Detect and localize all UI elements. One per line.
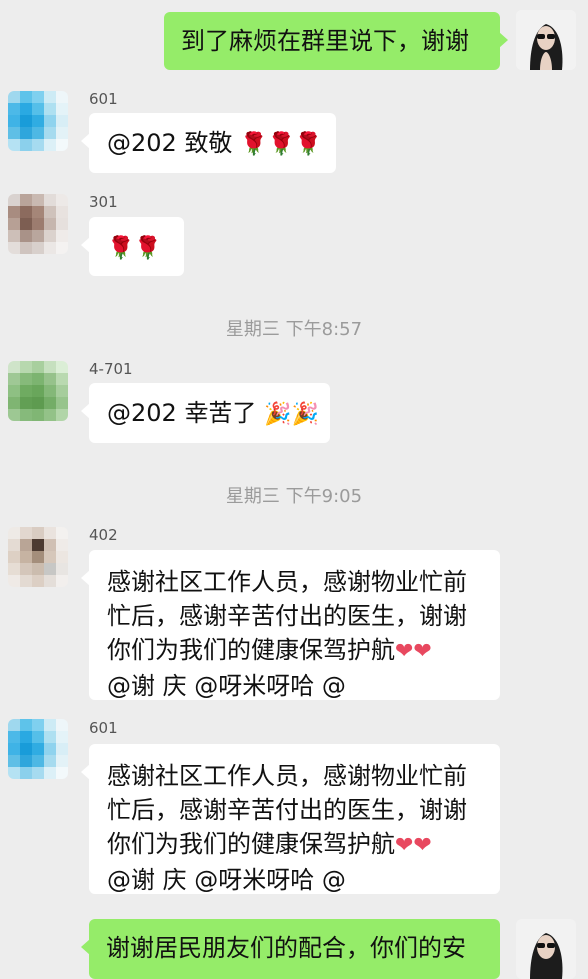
sender-name: 301 <box>89 193 118 211</box>
my-avatar[interactable] <box>516 919 576 979</box>
timestamp: 星期三 下午9:05 <box>225 486 363 507</box>
user-portrait-icon <box>516 919 576 979</box>
avatar-601[interactable] <box>8 91 68 151</box>
message-bubble-outgoing[interactable]: 到了麻烦在群里说下，谢谢 <box>164 12 508 70</box>
message-text: 谢谢居民朋友们的配合，你们的安 <box>106 934 466 962</box>
sender-name: 601 <box>89 719 118 737</box>
user-portrait-icon <box>516 10 576 70</box>
sender-name: 601 <box>89 90 118 108</box>
message-line: 感谢社区工作人员，感谢物业忙前 <box>107 568 467 596</box>
message-line: @谢 庆 @呀米呀哈 @ <box>107 866 346 894</box>
sender-name: 402 <box>89 526 118 544</box>
message-text: 到了麻烦在群里说下，谢谢 <box>181 27 469 55</box>
message-line: 你们为我们的健康保驾护航 <box>107 830 395 858</box>
heart-icon: ❤❤ <box>395 833 432 858</box>
message-bubble-incoming[interactable]: 感谢社区工作人员，感谢物业忙前 忙后，感谢辛苦付出的医生，谢谢 你们为我们的健康… <box>81 744 500 894</box>
message-line: @谢 庆 @呀米呀哈 @ <box>107 672 346 700</box>
message-bubble-incoming[interactable]: @202 致敬 🌹🌹🌹 <box>81 113 336 173</box>
message-bubble-outgoing[interactable]: 谢谢居民朋友们的配合，你们的安 <box>81 919 500 979</box>
message-line: 你们为我们的健康保驾护航 <box>107 636 395 664</box>
message-line: 感谢社区工作人员，感谢物业忙前 <box>107 762 467 790</box>
rose-icon: 🌹🌹🌹 <box>240 132 323 157</box>
party-popper-icon: 🎉🎉 <box>264 402 319 427</box>
avatar-402[interactable] <box>8 527 68 587</box>
sender-name: 4-701 <box>89 360 133 378</box>
message-line: 忙后，感谢辛苦付出的医生，谢谢 <box>107 602 467 630</box>
message-bubble-incoming[interactable]: 感谢社区工作人员，感谢物业忙前 忙后，感谢辛苦付出的医生，谢谢 你们为我们的健康… <box>81 550 500 700</box>
avatar-4-701[interactable] <box>8 361 68 421</box>
my-avatar[interactable] <box>516 10 576 70</box>
rose-icon: 🌹🌹 <box>107 236 162 261</box>
message-text: @202 幸苦了 <box>107 399 257 427</box>
message-line: 忙后，感谢辛苦付出的医生，谢谢 <box>107 796 467 824</box>
message-text: @202 致敬 <box>107 129 233 157</box>
avatar-301[interactable] <box>8 194 68 254</box>
avatar-601[interactable] <box>8 719 68 779</box>
message-bubble-incoming[interactable]: @202 幸苦了 🎉🎉 <box>81 383 330 443</box>
timestamp: 星期三 下午8:57 <box>225 319 363 340</box>
heart-icon: ❤❤ <box>395 639 432 664</box>
message-bubble-incoming[interactable]: 🌹🌹 <box>81 217 184 276</box>
